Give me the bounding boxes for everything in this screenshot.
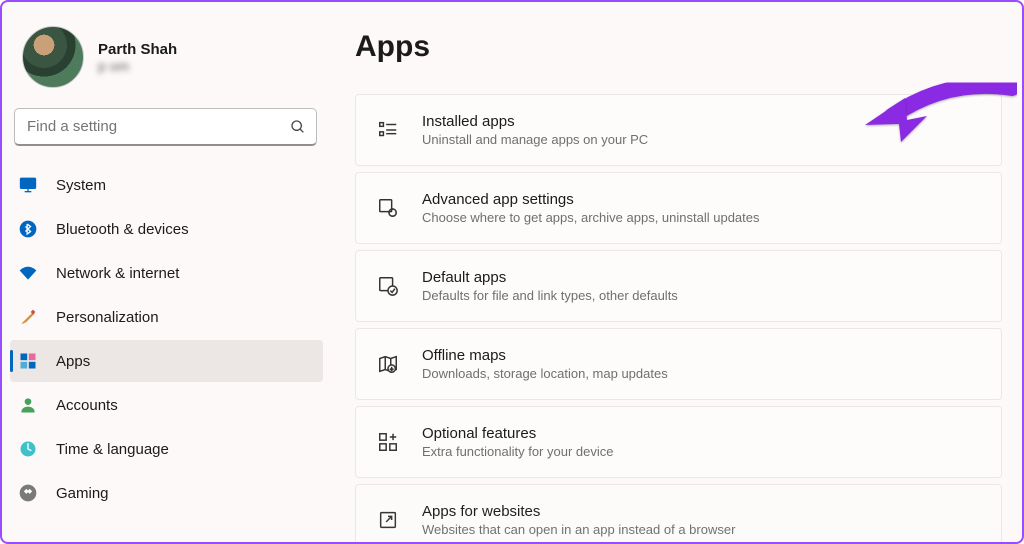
card-default-apps[interactable]: Default apps Defaults for file and link … bbox=[355, 250, 1002, 322]
open-external-icon bbox=[376, 508, 400, 532]
sidebar-item-network[interactable]: Network & internet bbox=[10, 252, 323, 294]
sidebar-item-label: Bluetooth & devices bbox=[56, 221, 189, 238]
card-title: Offline maps bbox=[422, 347, 668, 364]
sidebar-item-label: Gaming bbox=[56, 485, 109, 502]
list-icon bbox=[376, 118, 400, 142]
card-advanced-app-settings[interactable]: Advanced app settings Choose where to ge… bbox=[355, 172, 1002, 244]
search-box[interactable] bbox=[14, 108, 317, 146]
card-desc: Websites that can open in an app instead… bbox=[422, 522, 735, 537]
card-desc: Choose where to get apps, archive apps, … bbox=[422, 210, 760, 225]
bluetooth-icon bbox=[18, 219, 38, 239]
card-desc: Extra functionality for your device bbox=[422, 444, 613, 459]
wifi-icon bbox=[18, 263, 38, 283]
card-title: Installed apps bbox=[422, 113, 648, 130]
card-desc: Downloads, storage location, map updates bbox=[422, 366, 668, 381]
sidebar: Parth Shah p om System bbox=[2, 2, 337, 542]
card-desc: Uninstall and manage apps on your PC bbox=[422, 132, 648, 147]
card-offline-maps[interactable]: Offline maps Downloads, storage location… bbox=[355, 328, 1002, 400]
sidebar-item-accounts[interactable]: Accounts bbox=[10, 384, 323, 426]
map-icon bbox=[376, 352, 400, 376]
person-icon bbox=[18, 395, 38, 415]
sidebar-item-apps[interactable]: Apps bbox=[10, 340, 323, 382]
user-name: Parth Shah bbox=[98, 41, 177, 58]
main-content: Apps Installed apps Uninstall and manage… bbox=[337, 2, 1022, 542]
sidebar-item-time-language[interactable]: Time & language bbox=[10, 428, 323, 470]
card-desc: Defaults for file and link types, other … bbox=[422, 288, 678, 303]
card-title: Apps for websites bbox=[422, 503, 735, 520]
search-icon bbox=[290, 119, 306, 135]
avatar bbox=[22, 26, 84, 88]
sidebar-item-bluetooth[interactable]: Bluetooth & devices bbox=[10, 208, 323, 250]
sidebar-item-label: System bbox=[56, 177, 106, 194]
user-email: p om bbox=[98, 58, 177, 74]
paintbrush-icon bbox=[18, 307, 38, 327]
sidebar-item-label: Accounts bbox=[56, 397, 118, 414]
sidebar-item-label: Network & internet bbox=[56, 265, 179, 282]
sidebar-item-gaming[interactable]: Gaming bbox=[10, 472, 323, 514]
settings-nav: System Bluetooth & devices Network & int… bbox=[10, 164, 337, 514]
app-gear-icon bbox=[376, 196, 400, 220]
default-app-icon bbox=[376, 274, 400, 298]
search-input[interactable] bbox=[27, 118, 290, 135]
sidebar-item-label: Apps bbox=[56, 353, 90, 370]
card-optional-features[interactable]: Optional features Extra functionality fo… bbox=[355, 406, 1002, 478]
add-app-icon bbox=[376, 430, 400, 454]
card-title: Default apps bbox=[422, 269, 678, 286]
sidebar-item-label: Personalization bbox=[56, 309, 159, 326]
system-icon bbox=[18, 175, 38, 195]
apps-icon bbox=[18, 351, 38, 371]
user-account-block[interactable]: Parth Shah p om bbox=[10, 20, 337, 108]
clock-globe-icon bbox=[18, 439, 38, 459]
sidebar-item-personalization[interactable]: Personalization bbox=[10, 296, 323, 338]
page-title: Apps bbox=[355, 30, 1002, 64]
card-title: Optional features bbox=[422, 425, 613, 442]
sidebar-item-label: Time & language bbox=[56, 441, 169, 458]
card-installed-apps[interactable]: Installed apps Uninstall and manage apps… bbox=[355, 94, 1002, 166]
card-title: Advanced app settings bbox=[422, 191, 760, 208]
card-apps-for-websites[interactable]: Apps for websites Websites that can open… bbox=[355, 484, 1002, 542]
sidebar-item-system[interactable]: System bbox=[10, 164, 323, 206]
gaming-icon bbox=[18, 483, 38, 503]
